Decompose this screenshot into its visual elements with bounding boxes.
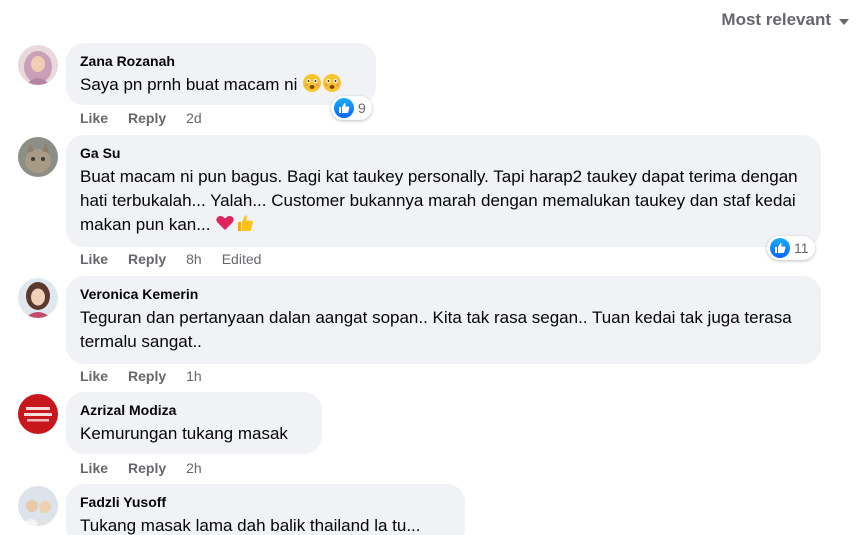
comment-bubble: Veronica Kemerin Teguran dan pertanyaan …: [66, 276, 821, 364]
comment-text: Teguran dan pertanyaan dalan aangat sopa…: [80, 308, 792, 351]
avatar-image: [18, 394, 58, 434]
sort-dropdown[interactable]: Most relevant: [721, 10, 849, 30]
avatar[interactable]: [18, 486, 58, 526]
reaction-count: 9: [358, 100, 366, 116]
thumbs-up-emoji-icon: [235, 213, 255, 240]
comment-bubble: Zana Rozanah Saya pn prnh buat macam ni: [66, 43, 376, 105]
comment-timestamp[interactable]: 1h: [186, 368, 202, 384]
comment-bubble: Azrizal Modiza Kemurungan tukang masak: [66, 392, 322, 454]
reply-button[interactable]: Reply: [128, 460, 166, 476]
comment-timestamp[interactable]: 8h: [186, 251, 202, 267]
like-button[interactable]: Like: [80, 251, 108, 267]
comment-bubble: Ga Su Buat macam ni pun bagus. Bagi kat …: [66, 135, 821, 247]
comment-text: Tukang masak lama dah balik thailand la …: [80, 516, 421, 535]
like-reaction-icon: [770, 238, 790, 258]
comment-author[interactable]: Azrizal Modiza: [80, 401, 308, 419]
avatar[interactable]: [18, 278, 58, 318]
sort-label: Most relevant: [721, 10, 831, 29]
heart-emoji-icon: [215, 213, 235, 240]
like-button[interactable]: Like: [80, 368, 108, 384]
reply-button[interactable]: Reply: [128, 110, 166, 126]
comment-text: Kemurungan tukang masak: [80, 424, 288, 443]
comment-actions: Like Reply 8h Edited: [80, 251, 281, 267]
avatar-image: [18, 137, 58, 177]
comment-author[interactable]: Ga Su: [80, 144, 807, 162]
comment-author[interactable]: Zana Rozanah: [80, 52, 362, 70]
comment-actions: Like Reply 2h: [80, 460, 222, 476]
avatar[interactable]: [18, 137, 58, 177]
comment-actions: Like Reply 2d: [80, 110, 222, 126]
like-reaction-icon: [334, 98, 354, 118]
avatar[interactable]: [18, 394, 58, 434]
comment-timestamp[interactable]: 2h: [186, 460, 202, 476]
reaction-count: 11: [794, 240, 809, 256]
comment-text-wrap: Saya pn prnh buat macam ni: [80, 73, 362, 100]
like-button[interactable]: Like: [80, 460, 108, 476]
avatar-image: [18, 278, 58, 318]
flushed-face-emoji-icon: [302, 73, 322, 100]
comment-actions: Like Reply 1h: [80, 368, 222, 384]
comment-text: Buat macam ni pun bagus. Bagi kat taukey…: [80, 167, 798, 234]
like-button[interactable]: Like: [80, 110, 108, 126]
avatar-image: [18, 45, 58, 85]
edited-label: Edited: [221, 251, 262, 267]
caret-down-icon: [839, 18, 849, 25]
reaction-summary[interactable]: 9: [331, 96, 372, 120]
reaction-summary[interactable]: 11: [767, 236, 815, 260]
comment-bubble: Fadzli Yusoff Tukang masak lama dah bali…: [66, 484, 465, 535]
comment-author[interactable]: Veronica Kemerin: [80, 285, 807, 303]
reply-button[interactable]: Reply: [128, 368, 166, 384]
reply-button[interactable]: Reply: [128, 251, 166, 267]
avatar-image: [18, 486, 58, 526]
comment-author[interactable]: Fadzli Yusoff: [80, 493, 451, 511]
comment-text: Saya pn prnh buat macam ni: [80, 75, 298, 94]
avatar[interactable]: [18, 45, 58, 85]
comment-text-wrap: Buat macam ni pun bagus. Bagi kat taukey…: [80, 165, 807, 240]
comment-timestamp[interactable]: 2d: [186, 110, 202, 126]
